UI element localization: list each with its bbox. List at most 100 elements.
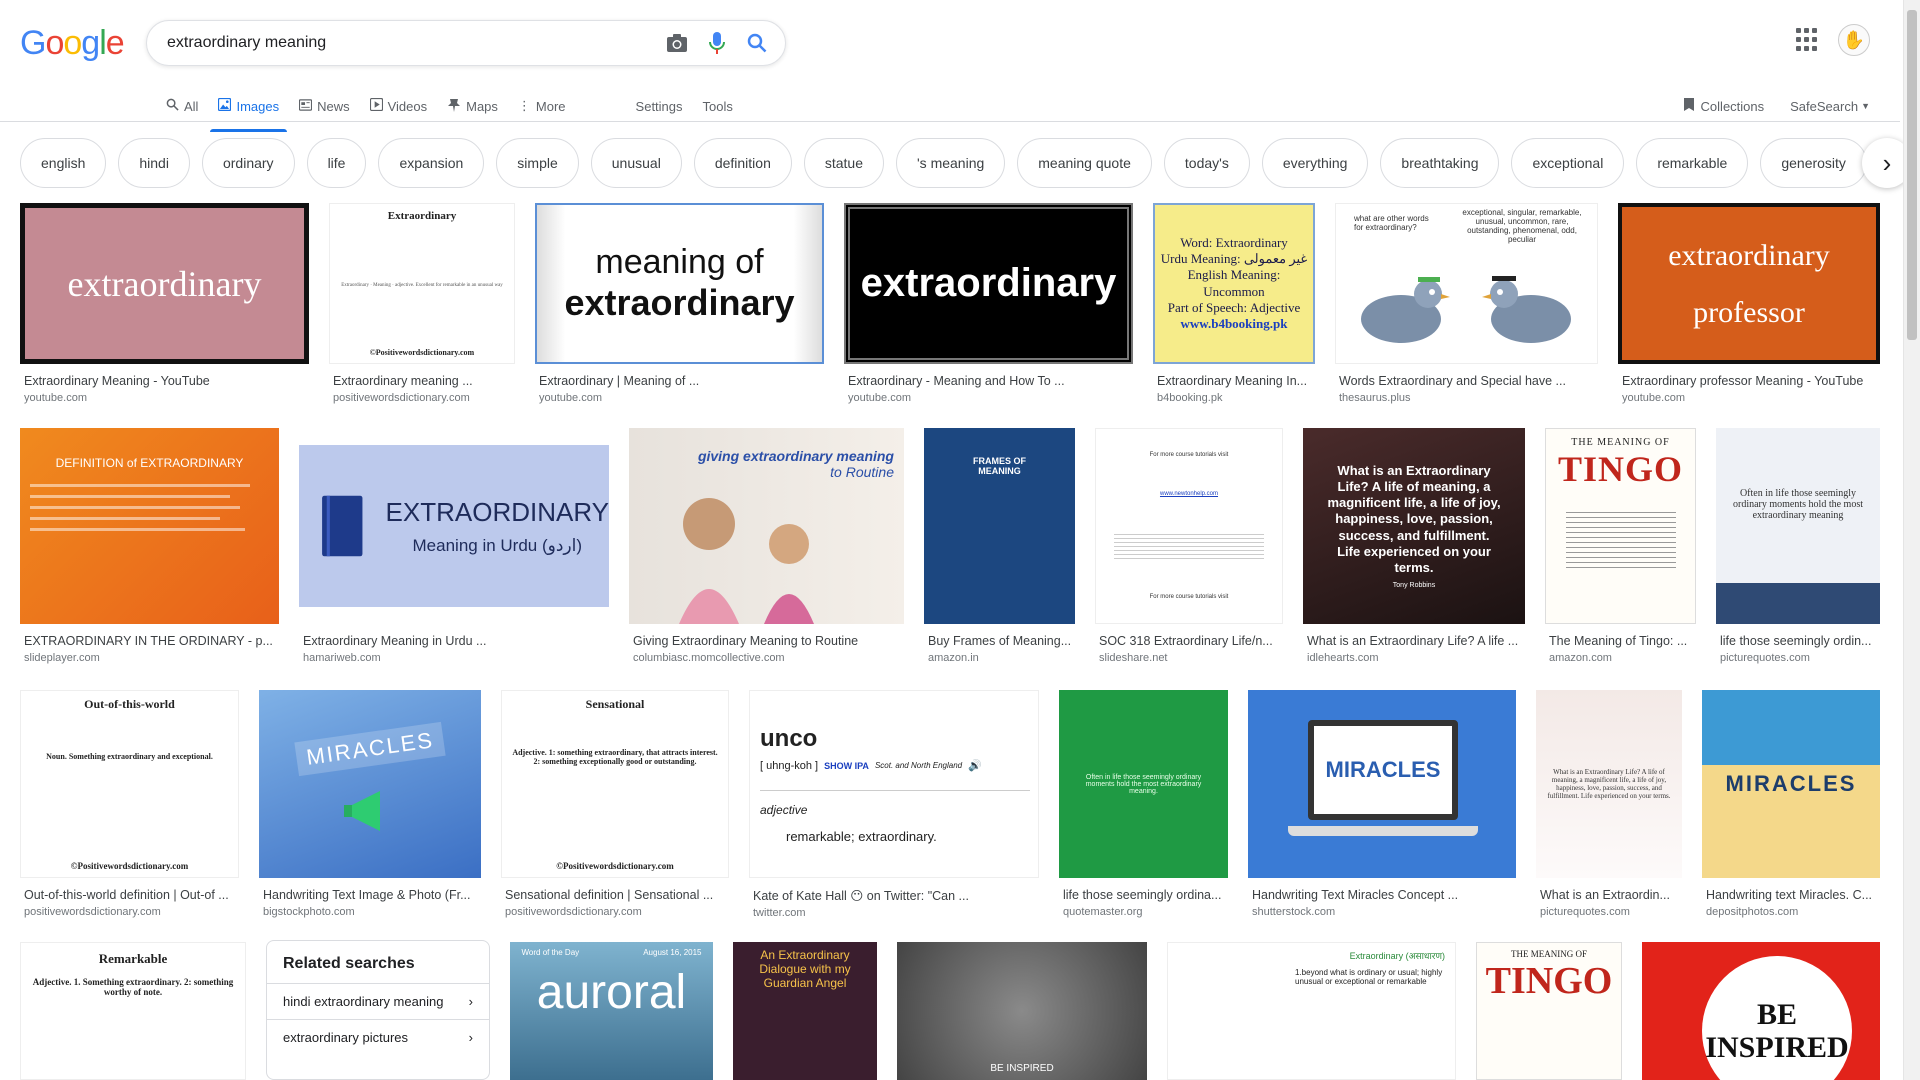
image-result[interactable]: extraordinary Extraordinary - Meaning an… (844, 203, 1133, 404)
safesearch-dropdown[interactable]: SafeSearch ▼ (1790, 99, 1870, 114)
image-result[interactable]: What is an Extraordinary Life? A life of… (1303, 428, 1525, 664)
chip[interactable]: simple (496, 138, 579, 188)
result-thumbnail[interactable]: unco [ uhng-koh ] SHOW IPA Scot. and Nor… (749, 690, 1039, 878)
tab-news[interactable]: News (298, 90, 350, 122)
chip[interactable]: breathtaking (1380, 138, 1500, 188)
chip[interactable]: 's meaning (896, 138, 1006, 188)
image-result[interactable]: BE INSPIRED (1642, 942, 1880, 1080)
image-result[interactable]: THE MEANING OF TINGO (1476, 942, 1622, 1080)
image-result[interactable]: MIRACLES Handwriting Text Miracles Conce… (1248, 690, 1516, 918)
result-title[interactable]: What is an Extraordin... (1536, 888, 1682, 902)
result-title[interactable]: What is an Extraordinary Life? A life ..… (1303, 634, 1525, 648)
result-title[interactable]: life those seemingly ordin... (1716, 634, 1880, 648)
avatar[interactable]: ✋ (1838, 24, 1870, 56)
tools-link[interactable]: Tools (703, 90, 733, 122)
image-result[interactable]: MIRACLES Handwriting Text Image & Photo … (259, 690, 481, 918)
image-result[interactable]: Word: Extraordinary Urdu Meaning: غیر مع… (1153, 203, 1315, 404)
search-input[interactable]: extraordinary meaning (167, 34, 657, 52)
result-title[interactable]: Buy Frames of Meaning... (924, 634, 1075, 648)
result-title[interactable]: Words Extraordinary and Special have ... (1335, 374, 1598, 388)
result-title[interactable]: Extraordinary Meaning in Urdu ... (299, 634, 609, 648)
tab-videos[interactable]: Videos (369, 90, 427, 122)
image-result[interactable]: Remarkable Adjective. 1. Something extra… (20, 942, 246, 1080)
tab-all[interactable]: All (166, 90, 198, 122)
apps-grid-icon[interactable] (1796, 28, 1820, 52)
image-result[interactable]: For more course tutorials visit www.newt… (1095, 428, 1283, 664)
chip[interactable]: meaning quote (1017, 138, 1152, 188)
result-thumbnail[interactable]: extraordinary (844, 203, 1133, 364)
result-thumbnail[interactable]: MIRACLES (1702, 690, 1880, 878)
result-thumbnail[interactable]: extraordinary (20, 203, 309, 364)
chip[interactable]: remarkable (1636, 138, 1749, 188)
chip[interactable]: today's (1163, 138, 1250, 188)
result-title[interactable]: Handwriting text Miracles. C... (1702, 888, 1880, 902)
result-thumbnail[interactable]: MIRACLES (1248, 690, 1516, 878)
scrollbar-thumb[interactable] (1907, 10, 1917, 340)
tab-maps[interactable]: Maps (447, 90, 498, 122)
result-title[interactable]: Extraordinary professor Meaning - YouTub… (1618, 374, 1880, 388)
chip[interactable]: unusual (590, 138, 682, 188)
result-thumbnail[interactable]: FRAMES OF MEANING (924, 428, 1075, 624)
result-thumbnail[interactable]: extraordinary professor (1618, 203, 1880, 364)
result-thumbnail[interactable]: giving extraordinary meaning to Routine (629, 428, 904, 624)
result-title[interactable]: Extraordinary | Meaning of ... (535, 374, 824, 388)
camera-icon[interactable] (657, 23, 697, 63)
tab-more[interactable]: ⋮ More (518, 90, 566, 122)
chip[interactable]: english (20, 138, 107, 188)
result-title[interactable]: Handwriting Text Image & Photo (Fr... (259, 888, 481, 902)
image-result[interactable]: meaning of extraordinary Extraordinary |… (535, 203, 824, 404)
result-thumbnail[interactable]: THE MEANING OF TINGO (1545, 428, 1696, 624)
result-title[interactable]: Extraordinary meaning ... (329, 374, 515, 388)
image-result[interactable]: Sensational Adjective. 1: something extr… (501, 690, 729, 918)
result-thumbnail[interactable]: what are other words for extraordinary? … (1335, 203, 1598, 364)
result-thumbnail[interactable]: For more course tutorials visit www.newt… (1095, 428, 1283, 624)
image-result[interactable]: What is an Extraordinary Life? A life of… (1536, 690, 1682, 918)
image-result[interactable]: what are other words for extraordinary? … (1335, 203, 1598, 404)
result-thumbnail[interactable]: Extraordinary (असाधारण) 1.beyond what is… (1167, 942, 1456, 1080)
image-result[interactable]: Out-of-this-world Noun. Something extrao… (20, 690, 239, 918)
result-thumbnail[interactable]: An Extraordinary Dialogue with my Guardi… (733, 942, 877, 1080)
chip[interactable]: statue (803, 138, 884, 188)
result-thumbnail[interactable]: What is an Extraordinary Life? A life of… (1303, 428, 1525, 624)
chip[interactable]: expansion (378, 138, 485, 188)
image-result[interactable]: Word of the Day August 16, 2015 auroral (510, 942, 713, 1080)
search-icon[interactable] (737, 23, 777, 63)
image-result[interactable]: unco [ uhng-koh ] SHOW IPA Scot. and Nor… (749, 690, 1039, 919)
related-item[interactable]: hindi extraordinary meaning › (267, 983, 489, 1019)
chip[interactable]: exceptional (1511, 138, 1625, 188)
image-result[interactable]: An Extraordinary Dialogue with my Guardi… (733, 942, 877, 1080)
image-result[interactable]: Extraordinary Extraordinary · Meaning · … (329, 203, 515, 404)
result-thumbnail[interactable]: Word of the Day August 16, 2015 auroral (510, 942, 713, 1080)
image-result[interactable]: MIRACLES Handwriting text Miracles. C...… (1702, 690, 1880, 918)
tab-images[interactable]: Images (210, 90, 287, 132)
result-title[interactable]: Giving Extraordinary Meaning to Routine (629, 634, 904, 648)
chip[interactable]: everything (1261, 138, 1369, 188)
result-thumbnail[interactable]: Word: Extraordinary Urdu Meaning: غیر مع… (1153, 203, 1315, 364)
result-title[interactable]: Out-of-this-world definition | Out-of ..… (20, 888, 239, 902)
result-title[interactable]: Sensational definition | Sensational ... (501, 888, 729, 902)
result-thumbnail[interactable]: Often in life those seemingly ordinary m… (1716, 428, 1880, 624)
chip[interactable]: hindi (118, 138, 190, 188)
image-result[interactable]: extraordinary Extraordinary Meaning - Yo… (20, 203, 309, 404)
google-logo[interactable]: Google (20, 24, 125, 63)
settings-link[interactable]: Settings (636, 90, 683, 122)
result-title[interactable]: Extraordinary - Meaning and How To ... (844, 374, 1133, 388)
result-thumbnail[interactable]: MIRACLES (259, 690, 481, 878)
image-result[interactable]: Extraordinary (असाधारण) 1.beyond what is… (1167, 942, 1456, 1080)
result-thumbnail[interactable]: Extraordinary Extraordinary · Meaning · … (329, 203, 515, 364)
result-thumbnail[interactable]: What is an Extraordinary Life? A life of… (1536, 690, 1682, 878)
image-result[interactable]: FRAMES OF MEANING Buy Frames of Meaning.… (924, 428, 1075, 664)
chip[interactable]: life (306, 138, 367, 188)
result-thumbnail[interactable]: DEFINITION of EXTRAORDINARY (20, 428, 279, 624)
image-result[interactable]: Often in life those seemingly ordinary m… (1059, 690, 1228, 918)
result-thumbnail[interactable]: Out-of-this-world Noun. Something extrao… (20, 690, 239, 878)
image-result[interactable]: BE INSPIRED (897, 942, 1147, 1080)
result-thumbnail[interactable]: THE MEANING OF TINGO (1476, 942, 1622, 1080)
result-title[interactable]: Kate of Kate Hall 😶 on Twitter: "Can ... (749, 888, 1039, 903)
microphone-icon[interactable] (697, 23, 737, 63)
related-item[interactable]: extraordinary pictures › (267, 1019, 489, 1055)
image-result[interactable]: extraordinary professor Extraordinary pr… (1618, 203, 1880, 404)
result-title[interactable]: Handwriting Text Miracles Concept ... (1248, 888, 1516, 902)
chip[interactable]: definition (693, 138, 792, 188)
chip[interactable]: ordinary (201, 138, 295, 188)
